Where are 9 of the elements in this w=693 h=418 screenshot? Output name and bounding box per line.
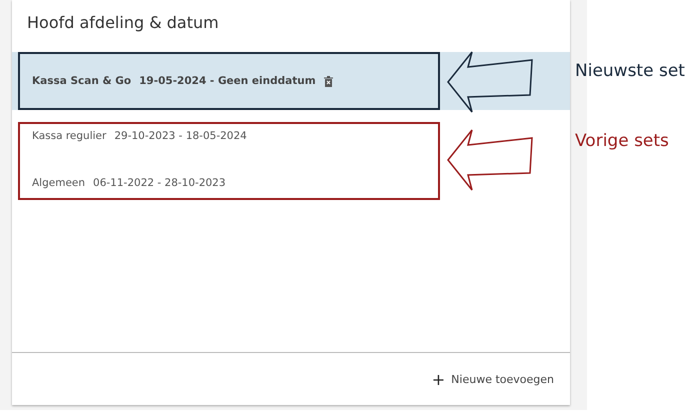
annotation-label: Vorige sets — [575, 131, 669, 151]
card-title: Hoofd afdeling & datum — [26, 12, 220, 34]
arrow-icon — [446, 129, 534, 191]
list-item[interactable]: Kassa regulier 29-10-2023 - 18-05-2024 — [20, 126, 438, 146]
add-new-button[interactable]: + Nieuwe toevoegen — [428, 366, 558, 392]
list-item[interactable]: Algemeen 06-11-2022 - 28-10-2023 — [20, 173, 438, 193]
list-item[interactable]: Kassa Scan & Go 19-05-2024 - Geen einddatum — [20, 71, 438, 91]
annotation-label: Nieuwste set — [575, 61, 685, 81]
trash-icon[interactable] — [324, 76, 333, 86]
